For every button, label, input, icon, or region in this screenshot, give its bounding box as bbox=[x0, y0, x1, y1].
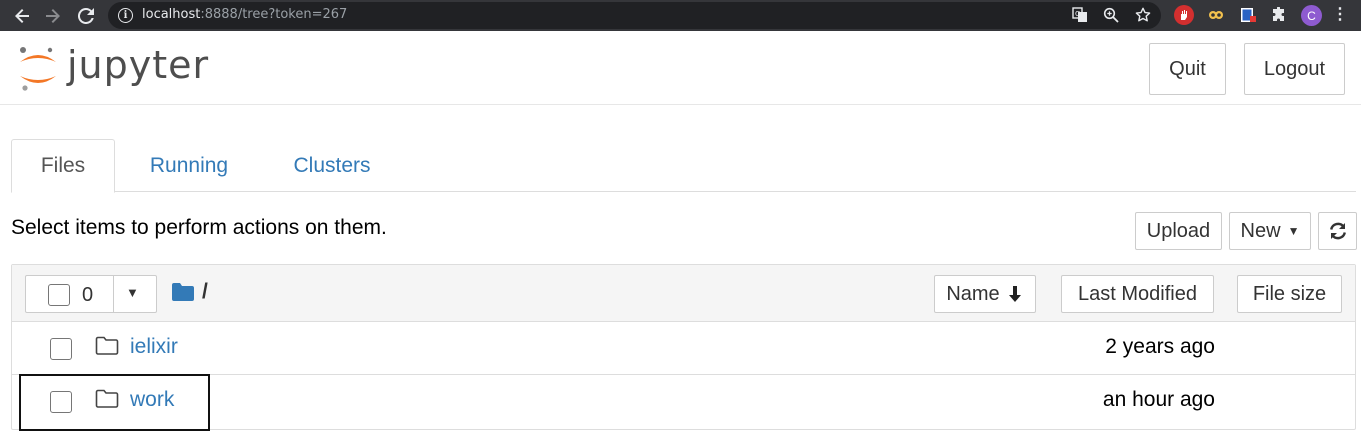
sort-name-label: Name bbox=[946, 282, 1000, 305]
zoom-icon[interactable] bbox=[1102, 6, 1120, 24]
divider bbox=[113, 276, 114, 312]
arrow-down-icon bbox=[1008, 286, 1021, 302]
bookmark-star-icon[interactable] bbox=[1134, 6, 1152, 24]
file-list-header: 0 ▼ / Name Last Modified File size bbox=[12, 265, 1355, 322]
caret-down-icon: ▼ bbox=[1287, 224, 1300, 238]
row-checkbox[interactable] bbox=[50, 338, 72, 360]
reload-icon[interactable] bbox=[73, 3, 99, 29]
translate-icon[interactable]: G bbox=[1071, 6, 1089, 24]
sort-by-size-button[interactable]: File size bbox=[1237, 275, 1342, 313]
highlight-annotation bbox=[19, 374, 210, 431]
logout-button[interactable]: Logout bbox=[1244, 43, 1345, 95]
jupyter-header: jupyter Quit Logout bbox=[0, 31, 1361, 105]
profile-avatar[interactable]: C bbox=[1301, 5, 1322, 26]
sort-by-modified-button[interactable]: Last Modified bbox=[1061, 275, 1214, 313]
select-all-group[interactable]: 0 ▼ bbox=[25, 275, 157, 313]
list-item[interactable]: work an hour ago bbox=[12, 375, 1355, 428]
item-name-link[interactable]: ielixir bbox=[130, 335, 178, 359]
select-menu-caret-icon[interactable]: ▼ bbox=[126, 285, 139, 300]
breadcrumb-root[interactable]: / bbox=[202, 280, 208, 304]
forward-icon[interactable] bbox=[40, 3, 66, 29]
file-list: 0 ▼ / Name Last Modified File size ielix… bbox=[11, 264, 1356, 430]
jupyter-logo-icon[interactable] bbox=[17, 44, 59, 92]
extension-hand-icon[interactable] bbox=[1174, 5, 1194, 25]
quit-button[interactable]: Quit bbox=[1149, 43, 1226, 95]
item-modified: 2 years ago bbox=[1105, 335, 1215, 358]
browser-menu-icon[interactable]: ⋮ bbox=[1330, 4, 1350, 24]
refresh-icon bbox=[1329, 222, 1346, 240]
folder-icon bbox=[172, 283, 194, 301]
jupyter-logo-text[interactable]: jupyter bbox=[67, 43, 209, 87]
back-icon[interactable] bbox=[9, 3, 35, 29]
sort-by-name-button[interactable]: Name bbox=[934, 275, 1036, 313]
tab-clusters[interactable]: Clusters bbox=[273, 139, 391, 192]
tab-running[interactable]: Running bbox=[129, 139, 249, 192]
extensions-puzzle-icon[interactable] bbox=[1269, 5, 1289, 25]
browser-toolbar: i localhost:8888/tree?token=267 G C ⋮ bbox=[0, 0, 1361, 31]
list-item[interactable]: ielixir 2 years ago bbox=[12, 322, 1355, 375]
folder-outline-icon bbox=[95, 336, 119, 355]
main-tabs: Files Running Clusters bbox=[11, 139, 1356, 193]
tab-files[interactable]: Files bbox=[11, 139, 115, 193]
site-info-icon[interactable]: i bbox=[118, 8, 133, 23]
new-dropdown-button[interactable]: New ▼ bbox=[1229, 212, 1311, 250]
svg-text:G: G bbox=[1075, 10, 1080, 18]
selection-hint: Select items to perform actions on them. bbox=[11, 216, 387, 239]
selected-count: 0 bbox=[82, 284, 94, 306]
url-text: localhost:8888/tree?token=267 bbox=[142, 7, 348, 22]
upload-button[interactable]: Upload bbox=[1135, 212, 1222, 250]
extension-shield-icon[interactable] bbox=[1238, 5, 1258, 25]
item-modified: an hour ago bbox=[1102, 388, 1215, 411]
address-bar[interactable]: i localhost:8888/tree?token=267 G bbox=[108, 2, 1161, 29]
refresh-button[interactable] bbox=[1318, 212, 1357, 250]
new-label: New bbox=[1240, 219, 1281, 242]
extension-owl-icon[interactable] bbox=[1206, 5, 1226, 25]
select-all-checkbox[interactable] bbox=[48, 284, 70, 306]
